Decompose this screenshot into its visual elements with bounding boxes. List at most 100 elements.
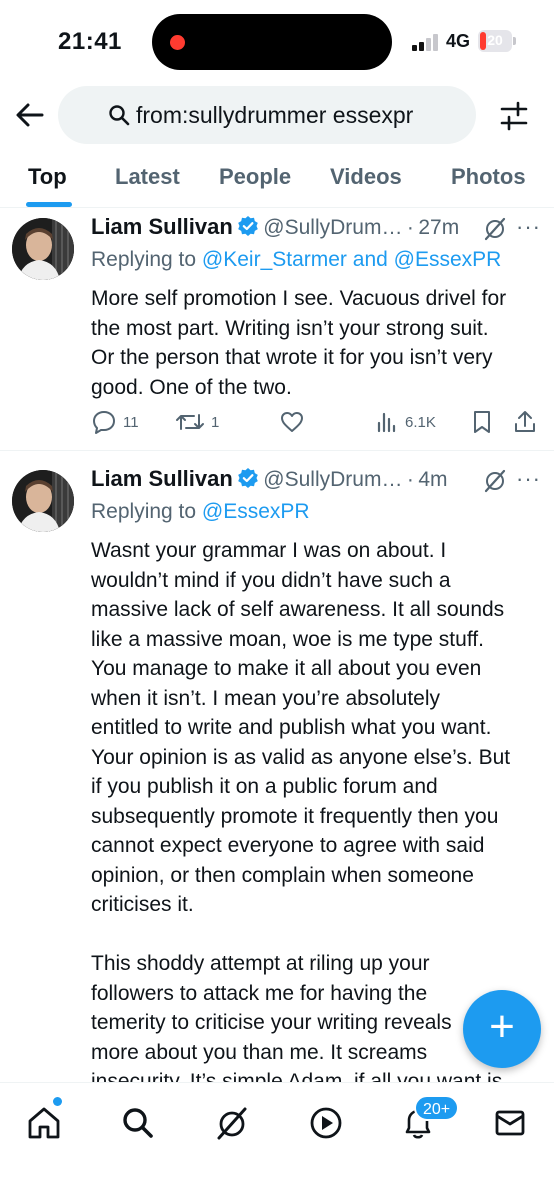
reply-icon (93, 411, 115, 434)
tweet-text-line: entitled to write and publish what you w… (91, 716, 492, 739)
tab-people[interactable]: People (219, 164, 291, 190)
battery-icon: 20 (478, 30, 512, 52)
tweet-text-line: subsequently promote it frequently then … (91, 804, 499, 828)
mail-icon (495, 1110, 525, 1136)
search-filter-button[interactable] (496, 98, 532, 134)
nav-videos[interactable] (306, 1103, 346, 1143)
recording-indicator-icon (170, 35, 185, 50)
repost-button[interactable]: 1 (175, 407, 219, 437)
tweet-text-line: criticises it. (91, 893, 194, 916)
display-name[interactable]: Liam Sullivan (91, 466, 233, 491)
timestamp: 4m (418, 468, 448, 491)
arrow-left-icon (16, 103, 44, 127)
cellular-signal-icon (412, 33, 442, 51)
avatar[interactable] (12, 470, 74, 532)
replying-to-label: Replying to (91, 248, 197, 271)
search-icon (123, 1108, 153, 1138)
bookmark-button[interactable] (471, 407, 493, 437)
reply-count: 11 (123, 413, 139, 431)
sliders-icon (500, 101, 528, 131)
search-icon (109, 105, 130, 126)
tweet-divider (0, 450, 554, 451)
tweet-text: More self promotion I see. Vacuous drive… (91, 284, 541, 402)
search-query: from:sullydrummer essexpr (136, 102, 414, 128)
display-name[interactable]: Liam Sullivan (91, 214, 233, 239)
tweet-text-line: cannot expect everyone to agree with sai… (91, 834, 485, 857)
handle: @SullyDrum… (263, 468, 403, 491)
tweet-text-line: good. One of the two. (91, 375, 292, 399)
home-unread-dot (53, 1097, 62, 1106)
separator-dot: · (406, 468, 414, 491)
notifications-badge: 20+ (414, 1095, 460, 1121)
tweet-text-line: Wasnt your grammar I was on about. I (91, 539, 447, 562)
tweet-text-line: You manage to make it all about you even (91, 657, 482, 680)
grok-icon[interactable] (483, 216, 507, 242)
back-button[interactable] (12, 95, 48, 135)
grok-icon[interactable] (483, 468, 507, 494)
verified-badge-icon (238, 468, 258, 488)
compose-post-button[interactable]: + (463, 990, 541, 1068)
verified-badge-icon (238, 216, 258, 236)
home-icon (28, 1107, 60, 1139)
repost-count: 1 (211, 413, 220, 431)
tweet-text-line: Or the person that wrote it for you isn’… (91, 346, 493, 369)
tweet-header: Liam Sullivan @SullyDrum… · 27m ··· (91, 214, 541, 244)
reply-button[interactable]: 11 (91, 407, 139, 437)
nav-home[interactable] (24, 1103, 64, 1143)
tab-top[interactable]: Top (28, 164, 67, 190)
tweet-header: Liam Sullivan @SullyDrum… · 4m ··· (91, 466, 541, 496)
more-options-icon[interactable]: ··· (516, 214, 541, 240)
tweet-text-line: Your opinion is as valid as anyone else’… (91, 745, 511, 769)
views-icon (377, 412, 396, 433)
grok-icon (217, 1107, 247, 1140)
reply-mentions[interactable]: @EssexPR (202, 500, 310, 523)
views-button[interactable]: 6.1K (375, 407, 436, 437)
avatar[interactable] (12, 218, 74, 280)
tweet-text-line: if you publish it on a public forum and (91, 775, 438, 798)
avatar-photo (12, 218, 74, 280)
tab-videos[interactable]: Videos (330, 164, 402, 190)
plus-icon: + (489, 1002, 515, 1051)
tweet[interactable]: Liam Sullivan @SullyDrum… · 27m ··· Repl… (0, 214, 554, 450)
reply-mentions[interactable]: @Keir_Starmer and @EssexPR (202, 248, 501, 271)
nav-explore[interactable] (118, 1103, 158, 1143)
share-button[interactable] (513, 407, 537, 437)
tweet-actions: 11 1 6.1K (91, 407, 541, 437)
replying-to: Replying to @EssexPR (91, 500, 310, 524)
tweet-text-line: the most part. Writing isn’t your strong… (91, 316, 489, 340)
tweet[interactable]: Liam Sullivan @SullyDrum… · 4m ··· Reply… (0, 466, 554, 1093)
avatar-photo (12, 470, 74, 532)
tweet-text-line: wouldn’t mind if you didn’t have such a (91, 568, 451, 592)
more-options-icon[interactable]: ··· (516, 466, 541, 492)
status-bar: 21:41 4G 20 (0, 0, 554, 86)
separator-dot: · (406, 216, 414, 239)
tweet-text-line: massive lack of self awareness. It all s… (91, 598, 505, 621)
nav-messages[interactable] (490, 1103, 530, 1143)
tweet-text-line: when it isn’t. I mean you’re absolutely (91, 686, 441, 710)
views-count: 6.1K (405, 413, 436, 431)
dynamic-island (152, 14, 392, 70)
active-tab-indicator (26, 202, 72, 207)
replying-to-label: Replying to (91, 500, 197, 523)
tweet-text-line: opinion, or then complain when someone (91, 863, 474, 887)
timestamp: 27m (418, 216, 460, 239)
repost-icon (176, 414, 204, 430)
nav-grok[interactable] (212, 1103, 252, 1143)
battery-nub (513, 37, 516, 45)
battery-percent: 20 (487, 32, 503, 48)
handle: @SullyDrum… (263, 216, 403, 239)
bookmark-icon (474, 411, 490, 433)
like-button[interactable] (279, 407, 305, 437)
tab-latest[interactable]: Latest (115, 164, 180, 190)
tweet-text-line: This shoddy attempt at riling up your (91, 952, 430, 975)
play-circle-icon (310, 1107, 342, 1139)
status-time: 21:41 (58, 28, 122, 55)
tweet-text-line: like a massive moan, woe is me type stuf… (91, 627, 484, 651)
tweet-text-line: More self promotion I see. Vacuous drive… (91, 287, 507, 310)
share-icon (515, 411, 535, 432)
tab-photos[interactable]: Photos (451, 164, 526, 190)
replying-to: Replying to @Keir_Starmer and @EssexPR (91, 248, 501, 272)
search-input[interactable]: from:sullydrummer essexpr (58, 86, 476, 144)
bottom-nav: 20+ (0, 1082, 554, 1200)
